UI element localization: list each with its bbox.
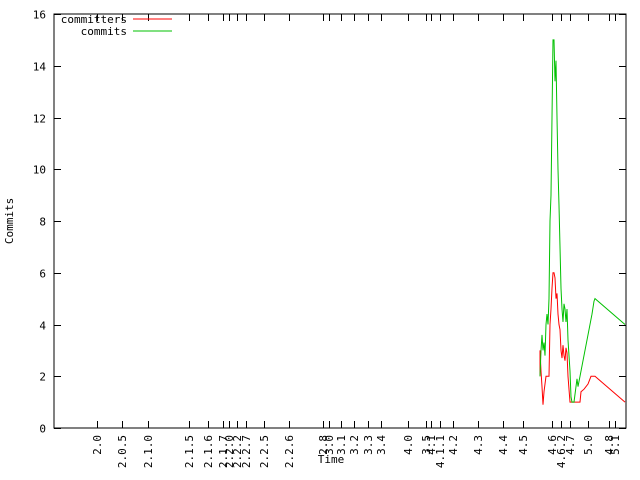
series-line-commits <box>540 40 625 402</box>
gnuplot-chart-window: 02468101214162.02.0.52.1.02.1.52.1.62.1.… <box>0 0 640 480</box>
y-tick-label: 6 <box>39 268 46 281</box>
y-tick-label: 2 <box>39 371 46 384</box>
y-tick-label: 8 <box>39 216 46 229</box>
x-tick-label: 3.2 <box>348 435 361 455</box>
y-tick-label: 4 <box>39 320 46 333</box>
series-line-committers <box>540 273 625 405</box>
x-tick-label: 4.7 <box>564 435 577 455</box>
x-tick-label: 2.2.7 <box>240 435 253 468</box>
x-tick-label: 2.0.5 <box>116 435 129 468</box>
legend-label-commits: commits <box>81 25 127 38</box>
y-axis-label: Commits <box>3 198 16 244</box>
y-tick-label: 10 <box>33 164 46 177</box>
x-axis-label: Time <box>318 453 345 466</box>
x-tick-label: 2.2.6 <box>283 435 296 468</box>
x-tick-label: 2.1.6 <box>202 435 215 468</box>
x-tick-label: 2.1.0 <box>142 435 155 468</box>
x-tick-label: 4.0 <box>402 435 415 455</box>
x-tick-label: 4.5 <box>517 435 530 455</box>
y-tick-label: 16 <box>33 9 46 22</box>
y-tick-label: 0 <box>39 423 46 436</box>
x-tick-label: 5.1 <box>609 435 622 455</box>
x-tick-label: 4.1.1 <box>434 435 447 468</box>
x-tick-label: 4.4 <box>497 435 510 455</box>
y-tick-label: 12 <box>33 113 46 126</box>
x-tick-label: 3.3 <box>362 435 375 455</box>
commits-over-time-chart: 02468101214162.02.0.52.1.02.1.52.1.62.1.… <box>0 0 640 480</box>
x-tick-label: 2.1.5 <box>183 435 196 468</box>
y-tick-label: 14 <box>33 61 47 74</box>
x-tick-label: 3.4 <box>375 435 388 455</box>
x-tick-label: 3.1 <box>335 435 348 455</box>
x-tick-label: 2.2.5 <box>258 435 271 468</box>
x-tick-label: 2.0 <box>91 435 104 455</box>
x-tick-label: 4.2 <box>447 435 460 455</box>
x-tick-label: 5.0 <box>582 435 595 455</box>
x-tick-label: 4.3 <box>472 435 485 455</box>
